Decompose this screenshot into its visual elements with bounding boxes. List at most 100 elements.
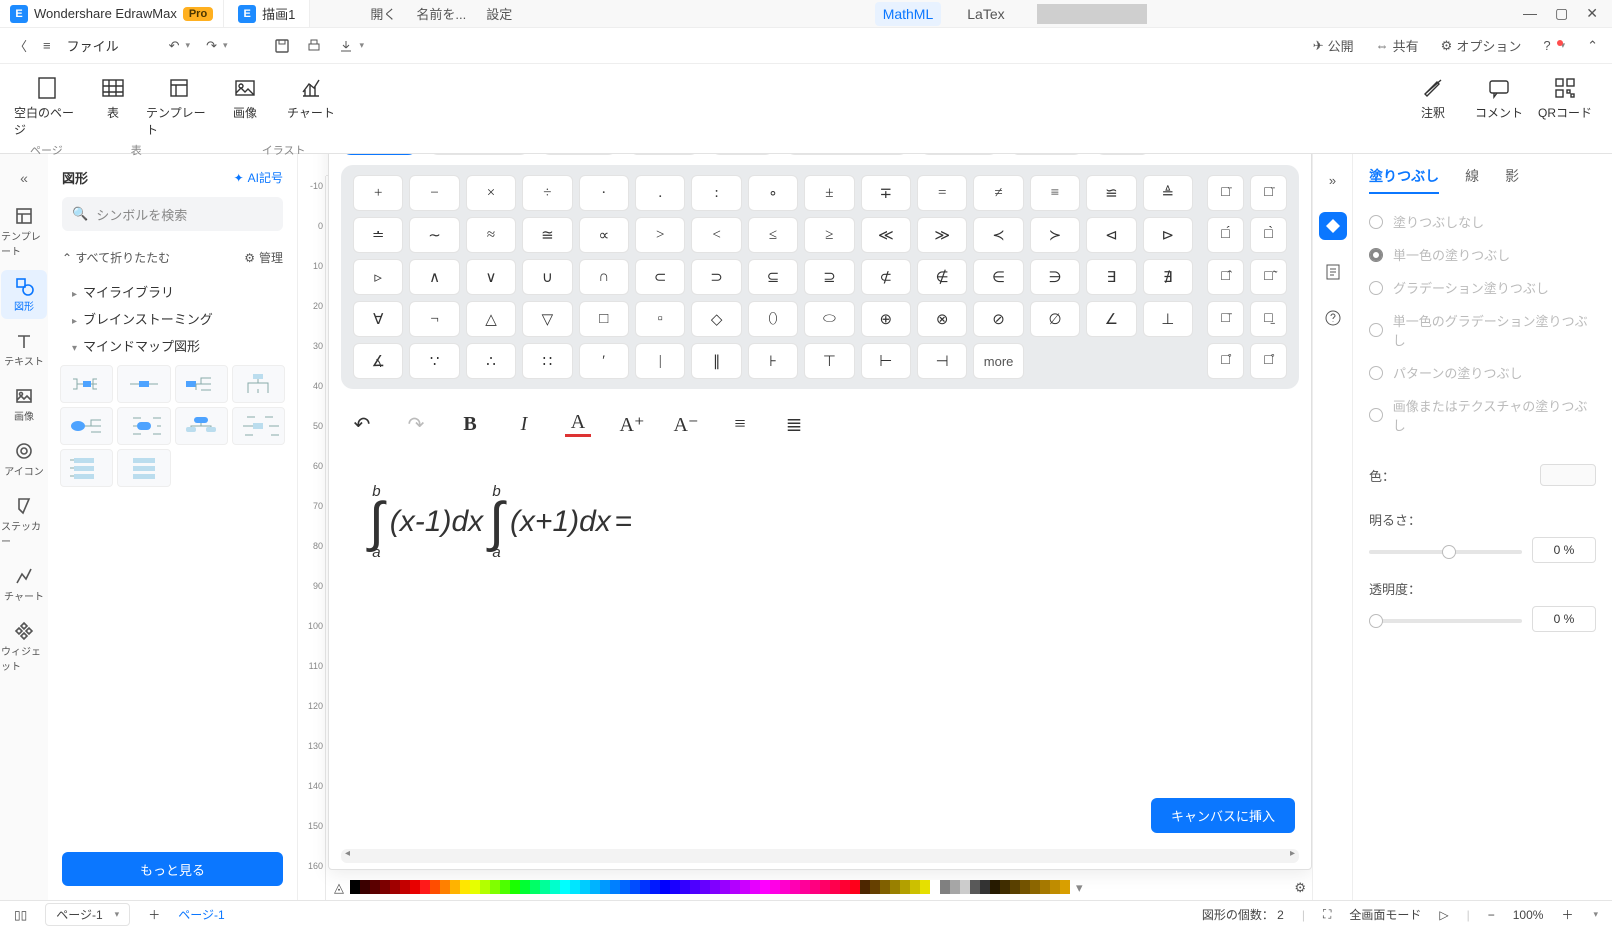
palette-swatch[interactable]: [580, 880, 590, 894]
palette-swatch[interactable]: [490, 880, 500, 894]
collapse-all[interactable]: ⌃ すべて折りたたむ: [62, 249, 170, 266]
palette-swatch[interactable]: [910, 880, 920, 894]
eq-justify-button[interactable]: ≣: [781, 411, 807, 437]
symbol-cell[interactable]: ≥: [804, 217, 854, 253]
symbol-cell[interactable]: ∅: [1030, 301, 1080, 337]
rail-image[interactable]: 画像: [1, 380, 47, 429]
palette-swatch[interactable]: [830, 880, 840, 894]
symbol-cell[interactable]: =: [917, 175, 967, 211]
manage-link[interactable]: ⚙ 管理: [244, 249, 283, 266]
symbol-cell[interactable]: ¬: [409, 301, 459, 337]
eq-fontsizedown-button[interactable]: A⁻: [673, 411, 699, 437]
tab-shadow[interactable]: 影: [1505, 166, 1519, 194]
symbol-cell[interactable]: ⬯: [748, 301, 798, 337]
save-button[interactable]: [274, 38, 290, 54]
symbol-cell[interactable]: ⊢: [861, 343, 911, 379]
symbol-cell[interactable]: ∈: [973, 259, 1023, 295]
palette-swatch[interactable]: [440, 880, 450, 894]
minimize-icon[interactable]: —: [1523, 5, 1537, 22]
symbol-cell[interactable]: ⊦: [748, 343, 798, 379]
shape-thumb[interactable]: [117, 365, 170, 403]
fill-pattern-radio[interactable]: パターンの塗りつぶし: [1369, 363, 1596, 382]
file-menu[interactable]: ファイル: [67, 36, 119, 55]
symbol-cell[interactable]: ⊘: [973, 301, 1023, 337]
palette-swatch[interactable]: [540, 880, 550, 894]
palette-swatch[interactable]: [500, 880, 510, 894]
symbol-cell[interactable]: |: [635, 343, 685, 379]
accent-symbol-cell[interactable]: □̊: [1250, 343, 1287, 379]
rail-shapes[interactable]: 図形: [1, 270, 47, 319]
fill-gradient-radio[interactable]: グラデーション塗りつぶし: [1369, 278, 1596, 297]
page-tab[interactable]: ページ-1: [178, 906, 224, 923]
symbol-cell[interactable]: ⊃: [691, 259, 741, 295]
symbol-cell[interactable]: ⊤: [804, 343, 854, 379]
zoom-out-button[interactable]: −: [1488, 908, 1495, 922]
tab-fill[interactable]: 塗りつぶし: [1369, 166, 1439, 194]
symbol-cell[interactable]: ∀: [353, 301, 403, 337]
ribbon-comment[interactable]: コメント: [1466, 72, 1532, 125]
fill-image-radio[interactable]: 画像またはテクスチャの塗りつぶし: [1369, 396, 1596, 434]
document-tab[interactable]: E 描画1: [224, 0, 310, 27]
symbol-cell[interactable]: ±: [804, 175, 854, 211]
palette-swatch[interactable]: [930, 880, 940, 894]
zoom-in-button[interactable]: ＋: [1561, 906, 1573, 923]
ribbon-chart[interactable]: チャート: [278, 72, 344, 142]
eq-toolbar-group[interactable]: ↔↗↑: [540, 154, 619, 155]
eq-undo-button[interactable]: ↶: [349, 411, 375, 437]
palette-swatch[interactable]: [860, 880, 870, 894]
rail-widget[interactable]: ウィジェット: [1, 615, 47, 679]
right-rail-expand-icon[interactable]: »: [1319, 166, 1347, 194]
palette-swatch[interactable]: [680, 880, 690, 894]
brightness-slider[interactable]: [1369, 550, 1522, 554]
eq-toolbar-group[interactable]: ⬚ ⬚ ⬚: [428, 154, 530, 155]
eq-toolbar-group[interactable]: ∫⬚: [1094, 154, 1151, 155]
add-page-button[interactable]: ＋: [148, 906, 160, 923]
ribbon-qr[interactable]: QRコード: [1532, 72, 1598, 125]
accent-symbol-cell[interactable]: □́: [1207, 217, 1244, 253]
accent-symbol-cell[interactable]: □̈: [1250, 175, 1287, 211]
palette-swatch[interactable]: [720, 880, 730, 894]
palette-swatch[interactable]: [560, 880, 570, 894]
palette-swatch[interactable]: [450, 880, 460, 894]
shape-thumb[interactable]: [232, 365, 285, 403]
shape-thumb[interactable]: [232, 407, 285, 445]
symbol-cell[interactable]: ∝: [579, 217, 629, 253]
palette-swatch[interactable]: [470, 880, 480, 894]
symbol-cell[interactable]: ≤: [748, 217, 798, 253]
symbol-cell[interactable]: ⊲: [1086, 217, 1136, 253]
right-rail-help-icon[interactable]: [1319, 304, 1347, 332]
symbol-cell[interactable]: △: [466, 301, 516, 337]
rail-chart[interactable]: チャート: [1, 560, 47, 609]
palette-swatch[interactable]: [710, 880, 720, 894]
eq-italic-button[interactable]: I: [511, 411, 537, 437]
eq-tab-mathml[interactable]: MathML: [875, 2, 942, 26]
palette-swatch[interactable]: [670, 880, 680, 894]
symbol-cell[interactable]: ≡: [1030, 175, 1080, 211]
palette-swatch[interactable]: [1020, 880, 1030, 894]
menu-toggle-icon[interactable]: ≡: [43, 38, 51, 53]
lib-brainstorm[interactable]: ブレインストーミング: [48, 301, 297, 328]
symbol-cell[interactable]: ∧: [409, 259, 459, 295]
symbol-cell[interactable]: ≜: [1143, 175, 1193, 211]
palette-swatch[interactable]: [520, 880, 530, 894]
palette-more-icon[interactable]: ▾: [1076, 880, 1083, 896]
palette-swatch[interactable]: [630, 880, 640, 894]
symbol-cell[interactable]: +: [353, 175, 403, 211]
palette-swatch[interactable]: [760, 880, 770, 894]
symbol-cell[interactable]: ◇: [691, 301, 741, 337]
symbol-cell[interactable]: ∃: [1086, 259, 1136, 295]
accent-symbol-cell[interactable]: □̊: [1207, 343, 1244, 379]
palette-swatch[interactable]: [360, 880, 370, 894]
palette-swatch[interactable]: [510, 880, 520, 894]
palette-swatch[interactable]: [800, 880, 810, 894]
palette-swatch[interactable]: [460, 880, 470, 894]
symbol-cell[interactable]: ∥: [691, 343, 741, 379]
shape-thumb[interactable]: [60, 365, 113, 403]
accent-symbol-cell[interactable]: □̱: [1250, 301, 1287, 337]
fit-icon[interactable]: ⛶: [1323, 907, 1331, 922]
palette-swatch[interactable]: [730, 880, 740, 894]
eq-color-button[interactable]: A: [565, 411, 591, 437]
palette-swatch[interactable]: [590, 880, 600, 894]
shape-thumb[interactable]: [117, 449, 170, 487]
print-button[interactable]: [306, 38, 322, 54]
